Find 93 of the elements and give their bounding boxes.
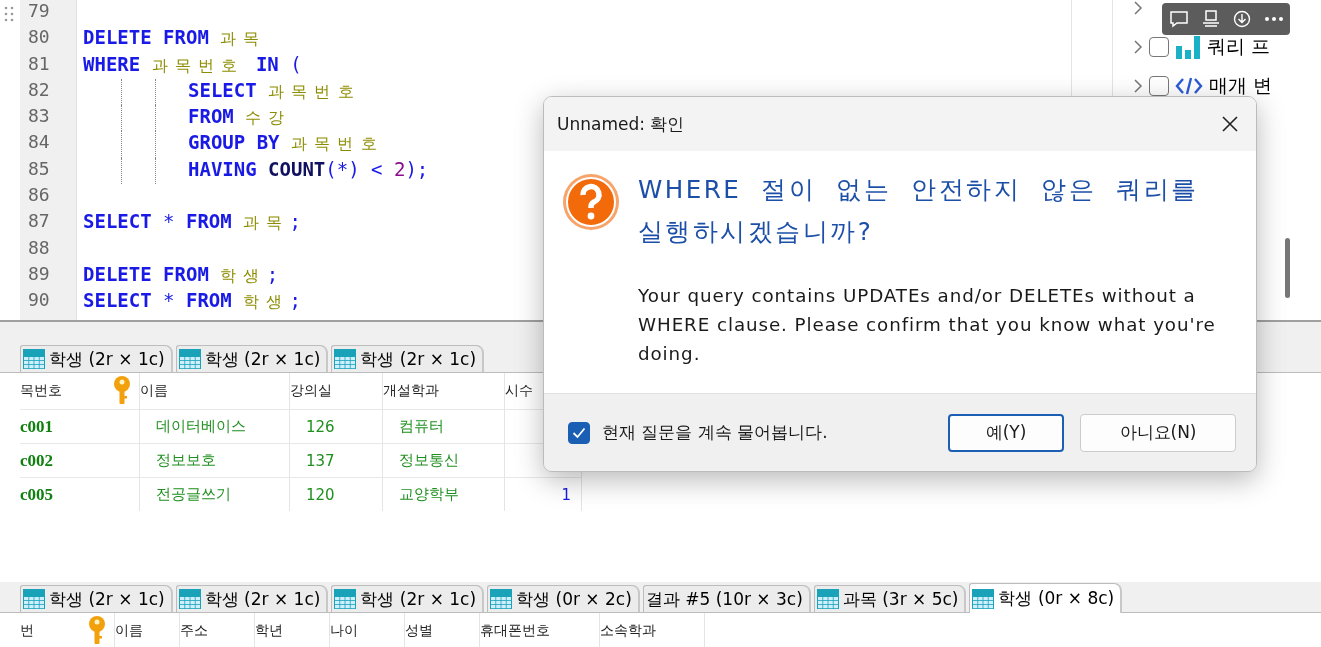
line-number: 82	[27, 78, 51, 102]
column-header[interactable]: 학년	[255, 613, 330, 647]
scrollbar-thumb[interactable]	[1285, 238, 1290, 298]
result-tab[interactable]: 학생 (2r × 1c)	[175, 345, 329, 372]
result-tab[interactable]: 학생 (0r × 2c)	[487, 585, 640, 612]
table-cell: 126	[290, 409, 383, 443]
dialog-heading: WHERE 절이 없는 안전하지 않은 쿼리를 실행하시겠습니까?	[638, 174, 1200, 248]
tree-item-label[interactable]: 쿼리 프	[1207, 33, 1271, 60]
column-header[interactable]: 소속학과	[600, 613, 705, 647]
more-icon[interactable]	[1263, 16, 1284, 22]
table-cell: 137	[290, 443, 383, 477]
code-line: GROUP BY 과목번호	[188, 131, 384, 154]
line-number: 88	[27, 236, 51, 260]
table-cell: 교양학부	[383, 477, 505, 511]
tree-item-label[interactable]: 매개 변	[1209, 72, 1273, 99]
bar-chart-icon	[1175, 33, 1201, 60]
yes-button[interactable]: 예(Y)	[948, 413, 1064, 452]
table-cell: 데이터베이스	[140, 409, 290, 443]
comment-icon[interactable]	[1168, 10, 1189, 28]
line-number: 89	[27, 262, 51, 286]
checkbox[interactable]	[1149, 36, 1169, 57]
table-cell: 정보보호	[140, 443, 290, 477]
header-label: 목번호	[20, 382, 62, 400]
table-icon	[178, 589, 201, 609]
line-number: 85	[27, 157, 51, 181]
dialog-message: Your query contains UPDATEs and/or DELETEs without a WHERE clause. Please confirm that you know what you're doing.	[638, 284, 1217, 366]
checkbox[interactable]	[1149, 75, 1169, 96]
result-tab[interactable]: 학생 (2r × 1c)	[20, 585, 173, 612]
result-tab[interactable]: 학생 (2r × 1c)	[331, 345, 485, 372]
result-tab[interactable]: 학생 (2r × 1c)	[331, 585, 485, 612]
header-label: 번	[20, 622, 34, 640]
checkbox[interactable]	[568, 421, 590, 444]
line-number: 83	[27, 105, 51, 129]
table-icon	[972, 588, 995, 609]
table-cell: 전공글쓰기	[140, 477, 290, 511]
monitor-icon[interactable]	[1201, 10, 1220, 28]
chevron-icon[interactable]	[1133, 0, 1143, 15]
table-icon	[23, 349, 45, 369]
no-button[interactable]: 아니요(N)	[1080, 413, 1236, 452]
code-line: SELECT 과목번호	[188, 78, 361, 101]
code-line: DELETE FROM 과목	[83, 26, 267, 49]
code-line: SELECT * FROM 과목;	[83, 210, 302, 233]
table-icon	[23, 589, 45, 609]
column-header[interactable]: 번	[20, 613, 115, 647]
chevron-icon[interactable]	[1133, 78, 1143, 93]
code-icon	[1175, 75, 1203, 96]
checkbox-label[interactable]: 현재 질문을 계속 물어봅니다.	[602, 421, 932, 444]
column-header[interactable]: 이름	[115, 613, 180, 647]
line-number: 79	[27, 0, 51, 23]
table-cell: c002	[20, 443, 140, 477]
column-header[interactable]: 나이	[330, 613, 405, 647]
line-number: 86	[27, 184, 51, 208]
code-line: DELETE FROM 학생;	[83, 262, 279, 285]
code-line: FROM 수강	[188, 105, 292, 128]
chevron-icon[interactable]	[1133, 39, 1143, 54]
column-header[interactable]: 주소	[180, 613, 255, 647]
checkmark-icon	[572, 426, 586, 439]
table-cell: c005	[20, 477, 140, 511]
line-number: 87	[27, 210, 51, 234]
question-icon	[562, 173, 620, 231]
key-icon	[88, 616, 106, 646]
code-line: HAVING COUNT(*) < 2);	[188, 157, 429, 180]
table-cell: 정보통신	[383, 443, 505, 477]
dialog-title: Unnamed: 확인	[557, 112, 685, 136]
table-icon	[816, 589, 839, 609]
column-header[interactable]: 휴대폰번호	[480, 613, 600, 647]
result-tab[interactable]: 학생 (2r × 1c)	[175, 585, 329, 612]
column-header[interactable]: 강의실	[290, 373, 383, 409]
result-tab[interactable]: 학생 (2r × 1c)	[20, 345, 173, 372]
table-cell: c001	[20, 409, 140, 443]
table-icon	[490, 589, 513, 609]
table-icon	[334, 349, 357, 369]
line-number: 80	[27, 26, 51, 50]
download-icon[interactable]	[1232, 10, 1251, 28]
column-header[interactable]: 이름	[140, 373, 290, 409]
table-icon	[334, 589, 357, 609]
column-header[interactable]: 목번호	[20, 373, 140, 409]
code-line: SELECT * FROM 학생;	[83, 289, 302, 312]
table-icon	[178, 349, 201, 369]
line-number: 81	[27, 52, 51, 76]
line-number: 90	[27, 289, 51, 313]
table-cell: 1	[505, 477, 582, 511]
column-header[interactable]: 개설학과	[383, 373, 505, 409]
result-tab[interactable]: 과목 (3r × 5c)	[813, 585, 967, 612]
result-tab[interactable]: 결과 #5 (10r × 3c)	[642, 585, 811, 612]
table-cell: 컴퓨터	[383, 409, 505, 443]
result-tab[interactable]: 학생 (0r × 8c)	[969, 583, 1123, 613]
key-icon	[113, 376, 131, 406]
code-line: WHERE 과목번호 IN (	[83, 52, 302, 75]
column-header[interactable]: 성별	[405, 613, 480, 647]
drag-handle-icon[interactable]	[4, 6, 14, 22]
table-cell: 120	[290, 477, 383, 511]
line-number: 84	[27, 131, 51, 155]
